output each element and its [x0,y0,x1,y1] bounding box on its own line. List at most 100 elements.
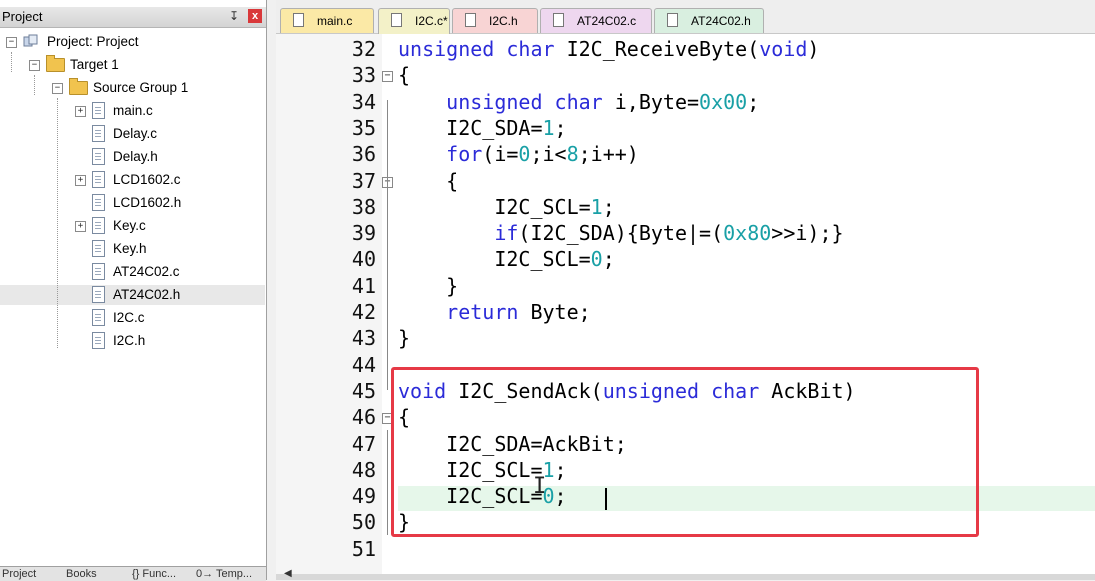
line-number: 33 [351,63,376,88]
tree-item[interactable]: AT24C02.h [0,285,265,305]
text-caret [605,488,607,510]
annotation-highlight-box [391,367,979,537]
editor-tab-label: I2C.c* [415,14,448,28]
line-number: 36 [351,142,376,167]
line-number: 42 [351,300,376,324]
line-number: 35 [351,115,376,140]
file-icon [92,217,105,234]
line-number: 45 [351,378,376,403]
line-number: 49 [351,484,376,509]
project-panel-title: Project [2,9,43,24]
expand-icon[interactable]: + [75,221,86,232]
tree-item[interactable]: Delay.c [0,124,265,144]
tree-item-label: I2C.h [113,333,146,348]
tree-item[interactable]: I2C.h [0,331,265,351]
folder-icon [69,78,88,95]
tree-connector-line [57,98,58,348]
editor-tab-label: AT24C02.h [691,14,751,28]
tree-item-label: Project: Project [47,34,139,49]
tree-item-label: AT24C02.c [113,264,180,279]
file-icon [293,13,304,27]
code-line[interactable]: } [398,274,458,298]
line-number-gutter: 32 33 34 35 36 37 38 39 40 41 42 43 44 45 46 47 48 49 50 51 [276,34,382,574]
code-line[interactable]: { [398,169,458,193]
tree-item[interactable]: − Target 1 [0,55,265,75]
tree-connector-line [11,52,12,72]
tree-item-label: LCD1602.c [113,172,181,187]
tree-item-label: I2C.c [113,310,145,325]
panel-tab[interactable]: Books [66,568,97,581]
editor-tab[interactable]: I2C.c* [378,8,450,34]
collapse-icon[interactable]: − [52,83,63,94]
project-icon [23,34,39,48]
line-number: 38 [351,194,376,219]
collapse-icon[interactable]: − [29,60,40,71]
code-line[interactable]: unsigned char i,Byte=0x00; [398,90,759,114]
tree-item-label: LCD1602.h [113,195,182,210]
file-icon [92,309,105,326]
editor-tab[interactable]: I2C.h [452,8,538,33]
tree-item[interactable]: I2C.c [0,308,265,328]
code-line[interactable]: I2C_SCL=1; [398,195,614,219]
tree-item[interactable]: AT24C02.c [0,262,265,282]
tree-item[interactable]: Delay.h [0,147,265,167]
line-number: 48 [351,457,376,482]
code-line[interactable]: for(i=0;i<8;i++) [398,142,639,166]
tree-item-label: Key.h [113,241,147,256]
editor-tab[interactable]: main.c [280,8,374,33]
code-line[interactable]: { [398,63,410,87]
panel-tab[interactable]: Project [2,568,36,581]
editor-tab-bar: main.c I2C.c* I2C.h AT24C02.c AT24C02.h [276,0,1095,34]
editor-tab-label: I2C.h [489,14,518,28]
code-line[interactable]: return Byte; [398,300,591,324]
panel-tab[interactable]: {} Func... [132,568,176,581]
tree-item[interactable]: − Source Group 1 [0,78,265,98]
line-number: 37 [351,168,376,193]
line-number: 34 [351,89,376,114]
scroll-left-arrow-icon[interactable]: ◀ [284,568,292,579]
panel-tab[interactable]: 0→ Temp... [196,568,252,581]
line-number: 41 [351,273,376,298]
tree-item[interactable]: Key.h [0,239,265,259]
tree-item[interactable]: + main.c [0,101,265,121]
line-number: 39 [351,221,376,246]
horizontal-scrollbar[interactable] [276,574,1095,580]
editor-tab[interactable]: AT24C02.h [654,8,764,33]
file-icon [391,13,402,27]
file-icon [92,125,105,142]
file-icon [553,13,564,27]
code-line[interactable]: unsigned char I2C_ReceiveByte(void) [398,37,819,61]
fold-collapse-icon[interactable]: − [382,71,393,83]
tree-item-label: AT24C02.h [113,287,181,302]
file-icon [92,286,105,303]
tree-item[interactable]: + Key.c [0,216,265,236]
file-icon [465,13,476,27]
line-number: 43 [351,326,376,351]
project-panel: Project ↧ x − Project: Project − Target 1− S… [0,0,267,581]
tree-item[interactable]: − Project: Project [0,32,265,52]
tree-item-label: Delay.c [113,126,158,141]
file-icon [92,240,105,257]
line-number: 50 [351,510,376,535]
tree-item[interactable]: + LCD1602.c [0,170,265,190]
expand-icon[interactable]: + [75,106,86,117]
tree-connector-line [34,75,35,95]
fold-guide-line [387,190,388,290]
pin-icon[interactable]: ↧ [229,9,239,23]
code-line[interactable]: if(I2C_SDA){Byte|=(0x80>>i);} [398,221,843,245]
tree-item-label: Source Group 1 [93,80,189,95]
line-number: 44 [351,352,376,377]
tree-item[interactable]: LCD1602.h [0,193,265,213]
expand-icon[interactable]: + [75,175,86,186]
editor-tab[interactable]: AT24C02.c [540,8,652,33]
tree-item-label: Target 1 [70,57,119,72]
code-line[interactable]: I2C_SCL=0; [398,247,614,271]
code-line[interactable]: } [398,326,410,350]
close-icon[interactable]: x [248,9,262,23]
fold-guide-line [387,430,388,535]
editor-tab-label: AT24C02.c [577,14,637,28]
line-number: 32 [351,37,376,61]
code-line[interactable]: I2C_SDA=1; [398,116,566,140]
line-number: 51 [351,536,376,561]
collapse-icon[interactable]: − [6,37,17,48]
